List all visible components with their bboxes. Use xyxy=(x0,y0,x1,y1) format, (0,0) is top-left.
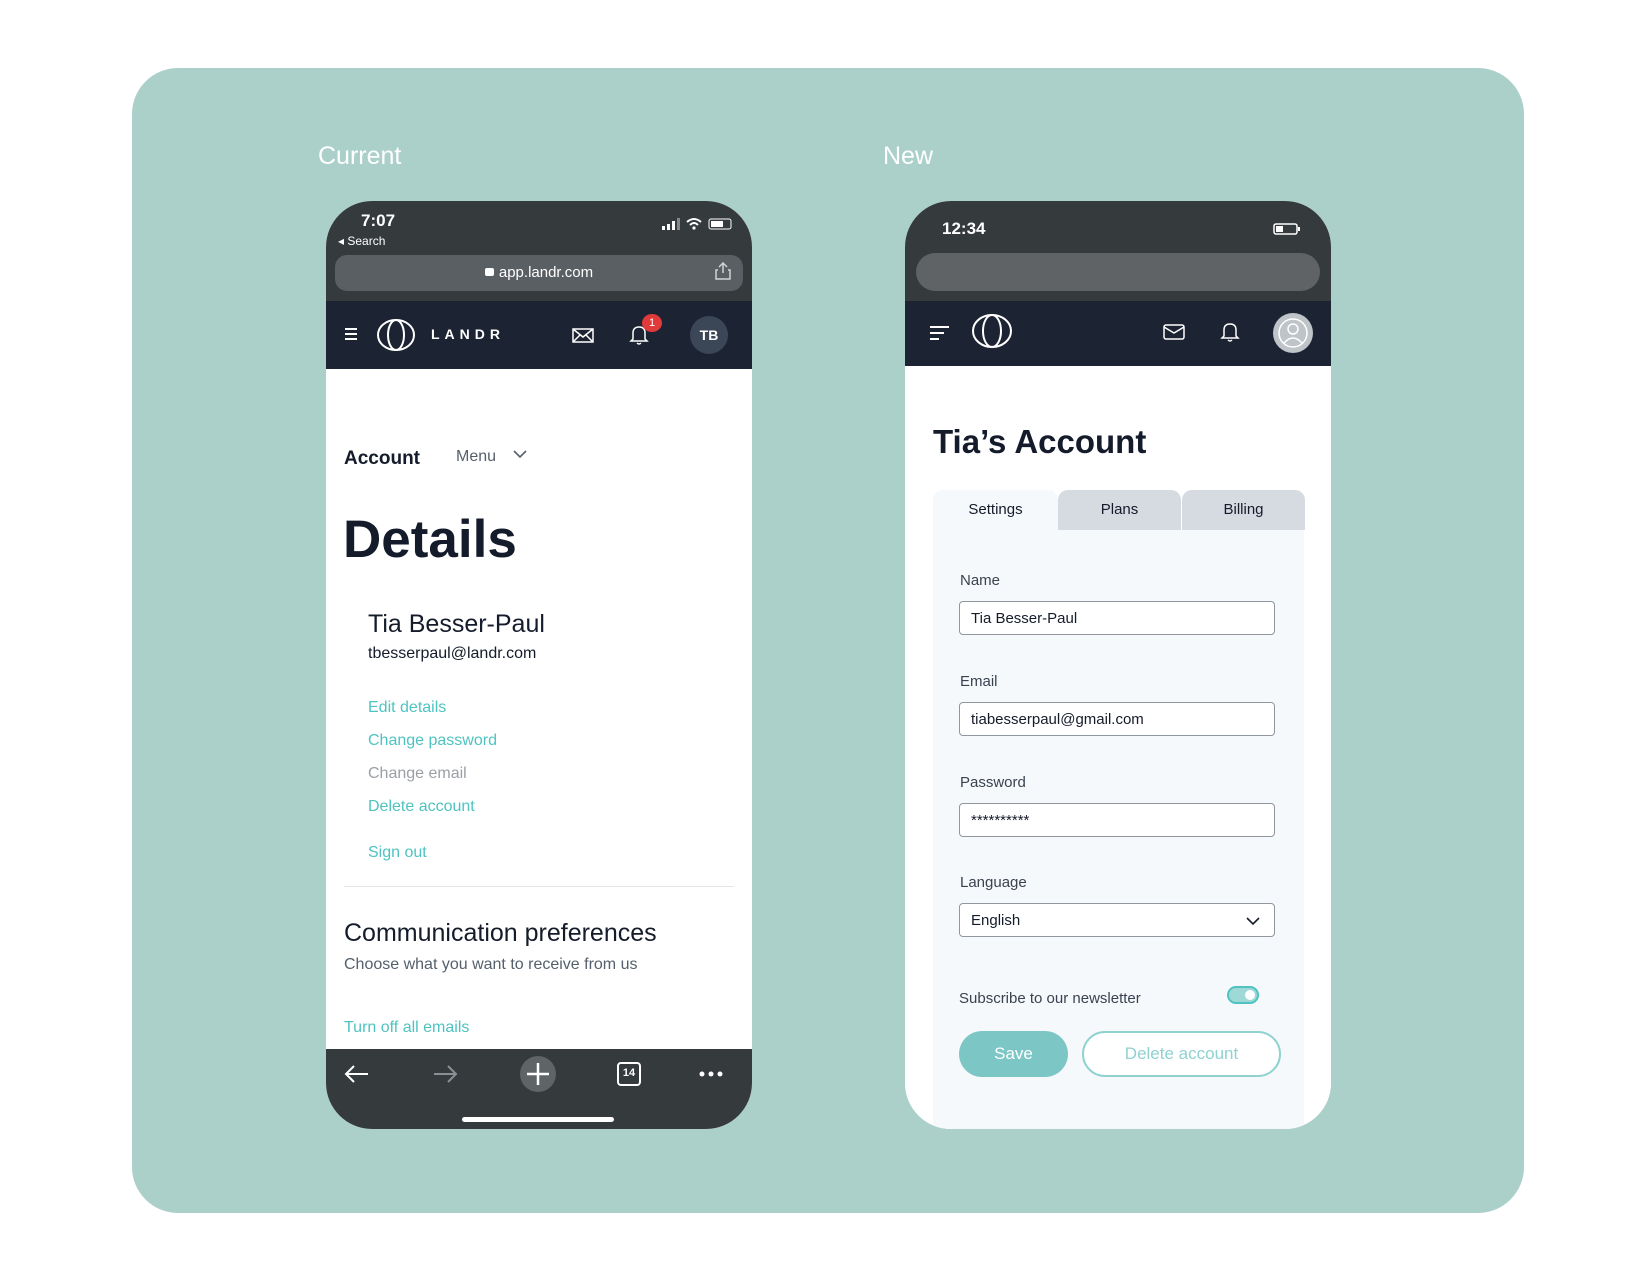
turn-off-emails-link[interactable]: Turn off all emails xyxy=(344,1019,469,1037)
brand-wordmark: LANDR xyxy=(431,326,505,342)
tab-count: 14 xyxy=(622,1067,636,1079)
tab-billing[interactable]: Billing xyxy=(1182,490,1305,530)
app-header xyxy=(905,301,1331,366)
new-phone: 12:34 Tia’s Account Settings Plans Billi… xyxy=(905,201,1331,1129)
url-bar[interactable]: app.landr.com xyxy=(335,255,743,291)
communication-preferences-title: Communication preferences xyxy=(344,919,657,947)
email-field[interactable]: tiabesserpaul@gmail.com xyxy=(959,702,1275,736)
notification-badge: 1 xyxy=(642,314,662,332)
change-email-link[interactable]: Change email xyxy=(368,765,467,783)
browser-chrome: 12:34 xyxy=(905,201,1331,301)
lock-icon xyxy=(484,268,494,277)
system-status-icons xyxy=(662,217,734,234)
browser-chrome: 7:07 ◂ Search app.landr.com xyxy=(326,201,752,301)
user-email: tbesserpaul@landr.com xyxy=(368,645,537,662)
home-indicator xyxy=(462,1117,614,1122)
user-name: Tia Besser-Paul xyxy=(368,610,545,638)
newsletter-toggle[interactable] xyxy=(1227,986,1259,1004)
chevron-down-icon[interactable] xyxy=(513,447,527,461)
battery-icon xyxy=(708,218,732,230)
tab-settings[interactable]: Settings xyxy=(933,490,1058,530)
edit-details-link[interactable]: Edit details xyxy=(368,699,446,717)
password-label: Password xyxy=(960,774,1026,791)
browser-toolbar: 14 xyxy=(326,1049,752,1129)
password-field[interactable]: ********** xyxy=(959,803,1275,837)
battery-icon xyxy=(1273,223,1300,235)
settings-form: Name Tia Besser-Paul Email tiabesserpaul… xyxy=(933,530,1304,1129)
menu-icon[interactable] xyxy=(929,324,951,342)
name-field[interactable]: Tia Besser-Paul xyxy=(959,601,1275,635)
details-page: Account Menu Details Tia Besser-Paul tbe… xyxy=(326,369,752,1049)
forward-arrow-icon[interactable] xyxy=(430,1059,460,1089)
more-options-icon[interactable] xyxy=(696,1059,726,1089)
email-label: Email xyxy=(960,673,998,690)
url-bar[interactable] xyxy=(916,253,1320,291)
divider xyxy=(344,886,734,887)
change-password-link[interactable]: Change password xyxy=(368,732,497,750)
url-text: app.landr.com xyxy=(498,264,594,281)
mail-icon[interactable] xyxy=(1163,323,1185,341)
communication-preferences-subtitle: Choose what you want to receive from us xyxy=(344,956,638,973)
new-label: New xyxy=(883,142,934,170)
account-label: Account xyxy=(344,448,420,469)
name-label: Name xyxy=(960,572,1001,589)
tab-plans[interactable]: Plans xyxy=(1058,490,1181,530)
delete-account-link[interactable]: Delete account xyxy=(368,798,475,816)
mail-icon[interactable] xyxy=(572,328,594,343)
landr-logo[interactable] xyxy=(971,313,1013,349)
account-page: Tia’s Account Settings Plans Billing Nam… xyxy=(905,366,1331,1129)
newsletter-label: Subscribe to our newsletter xyxy=(959,990,1141,1007)
landr-logo[interactable] xyxy=(376,318,416,352)
page-title: Tia’s Account xyxy=(933,423,1147,460)
share-icon[interactable] xyxy=(715,262,731,280)
status-time: 7:07 xyxy=(361,211,396,230)
user-icon xyxy=(1278,318,1308,348)
hamburger-menu-icon[interactable] xyxy=(345,328,357,343)
tabs-icon[interactable]: 14 xyxy=(614,1059,644,1089)
toggle-knob xyxy=(1245,990,1255,1000)
sign-out-link[interactable]: Sign out xyxy=(368,844,427,862)
bell-icon[interactable] xyxy=(1219,320,1241,344)
status-time: 12:34 xyxy=(942,219,986,238)
avatar[interactable]: TB xyxy=(690,316,728,354)
language-select[interactable]: English xyxy=(959,903,1275,937)
new-tab-plus-icon[interactable] xyxy=(519,1055,557,1093)
app-header: LANDR 1 TB xyxy=(326,301,752,369)
back-to-search[interactable]: ◂ Search xyxy=(338,234,385,248)
current-phone: 7:07 ◂ Search app.landr.com LANDR 1 TB A… xyxy=(326,201,752,1129)
avatar[interactable] xyxy=(1273,313,1313,353)
signal-icon xyxy=(662,218,680,230)
language-label: Language xyxy=(960,874,1027,891)
wifi-icon xyxy=(686,218,702,226)
save-button[interactable]: Save xyxy=(959,1031,1068,1077)
current-label: Current xyxy=(318,142,402,170)
delete-account-button[interactable]: Delete account xyxy=(1082,1031,1281,1077)
chevron-down-icon xyxy=(1246,917,1260,926)
account-tabs: Settings Plans Billing xyxy=(933,490,1305,530)
page-title: Details xyxy=(343,510,517,569)
language-value: English xyxy=(971,912,1021,929)
menu-dropdown[interactable]: Menu xyxy=(456,448,496,466)
back-arrow-icon[interactable] xyxy=(342,1059,372,1089)
